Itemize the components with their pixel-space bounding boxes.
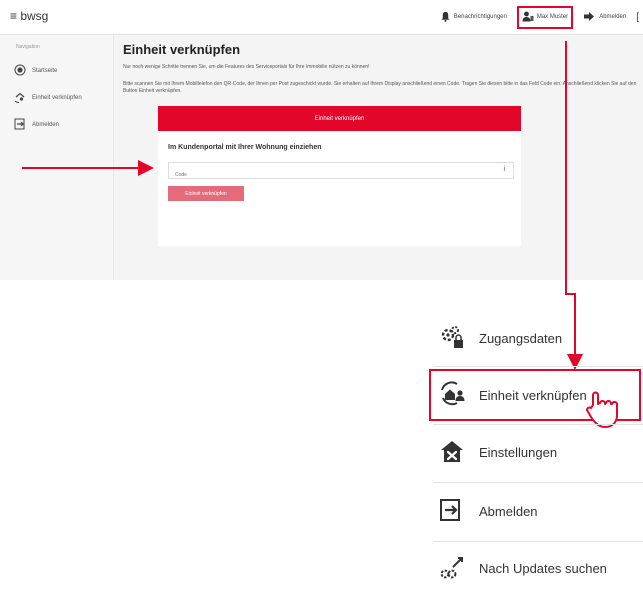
menu-divider: [433, 541, 643, 542]
menu-item-abmelden[interactable]: Abmelden: [433, 489, 643, 533]
gears-update-icon: [439, 554, 465, 583]
menu-item-zugangsdaten[interactable]: Zugangsdaten: [433, 316, 643, 360]
menu-item-einstellungen[interactable]: Einstellungen: [433, 430, 643, 474]
menu-divider: [433, 366, 643, 367]
hand-pointer-icon: [585, 391, 627, 432]
menu-item-einheit-verknuepfen[interactable]: Einheit verknüpfen: [429, 369, 643, 428]
menu-divider: [433, 482, 643, 483]
menu-item-label: Zugangsdaten: [479, 330, 563, 346]
house-tools-icon: [439, 438, 465, 467]
menu-item-label: Abmelden: [479, 503, 538, 519]
gear-lock-icon: [439, 324, 465, 353]
menu-item-nach-updates-suchen[interactable]: Nach Updates suchen: [433, 546, 643, 590]
menu-item-label: Einstellungen: [479, 444, 558, 460]
menu-item-label: Nach Updates suchen: [479, 560, 607, 576]
logout-icon: [439, 498, 463, 525]
menu-divider: [433, 424, 643, 425]
